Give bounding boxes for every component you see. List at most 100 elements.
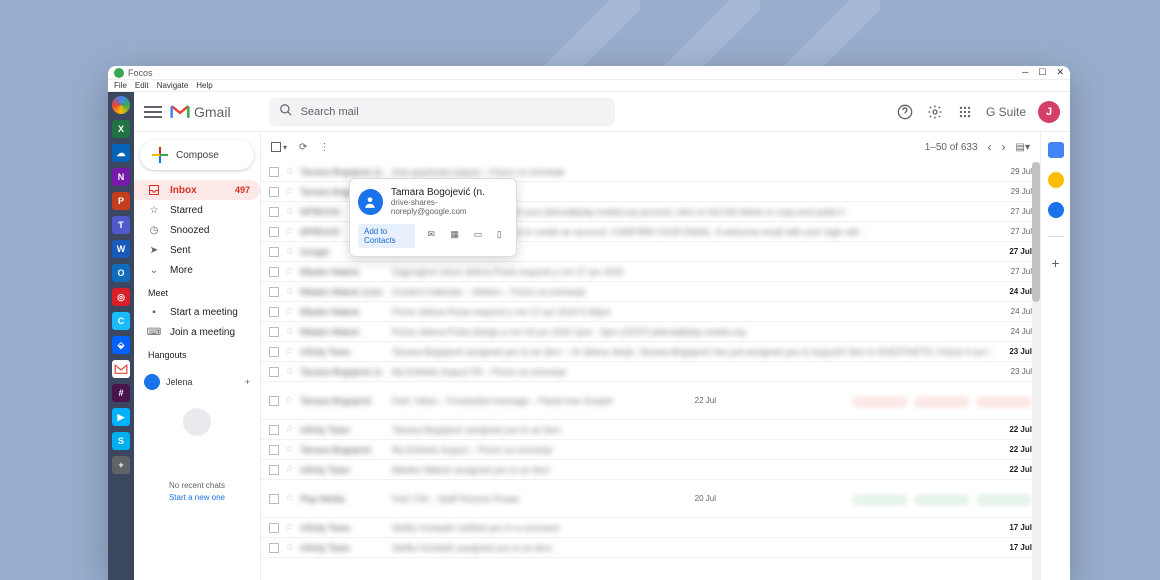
row-star-icon[interactable]: ☆: [285, 464, 294, 475]
add-to-contacts-button[interactable]: Add to Contacts: [358, 224, 415, 248]
menu-file[interactable]: File: [114, 81, 127, 90]
select-all-checkbox[interactable]: [271, 142, 281, 152]
mail-icon[interactable]: ✉: [427, 229, 438, 243]
rail-onedrive-icon[interactable]: ☁: [112, 144, 130, 162]
mail-row[interactable]: ☆Mladen MaksicPozivi Jelena Posta respon…: [261, 302, 1040, 322]
rail-slack-icon[interactable]: #: [112, 384, 130, 402]
select-dropdown-icon[interactable]: ▾: [283, 143, 287, 152]
row-star-icon[interactable]: ☆: [285, 493, 294, 504]
sidebar-item-inbox[interactable]: Inbox 497: [134, 180, 260, 200]
addons-plus-icon[interactable]: +: [1048, 255, 1064, 271]
mail-row[interactable]: ☆Play MediaFwd: FW – Staff Pictures Posa…: [261, 480, 1040, 518]
search-input[interactable]: Search mail: [269, 98, 615, 126]
rail-adobe-icon[interactable]: ◎: [112, 288, 130, 306]
row-star-icon[interactable]: ☆: [285, 266, 294, 277]
meet-start[interactable]: ▪ Start a meeting: [134, 302, 260, 322]
row-star-icon[interactable]: ☆: [285, 346, 294, 357]
mail-row[interactable]: ☆Infinity TeamTamara Bogojević assigned …: [261, 342, 1040, 362]
mail-row[interactable]: ☆Mladen MaksicZagorajevo sreca Jelena Po…: [261, 262, 1040, 282]
row-star-icon[interactable]: ☆: [285, 444, 294, 455]
hangouts-user[interactable]: Jelena +: [144, 374, 250, 390]
row-star-icon[interactable]: ☆: [285, 206, 294, 217]
row-star-icon[interactable]: ☆: [285, 522, 294, 533]
attachment-chip[interactable]: [852, 494, 908, 506]
row-checkbox[interactable]: [269, 227, 279, 237]
rail-add-icon[interactable]: +: [112, 456, 130, 474]
gear-icon[interactable]: [926, 103, 944, 121]
menu-edit[interactable]: Edit: [135, 81, 149, 90]
row-star-icon[interactable]: ☆: [285, 226, 294, 237]
scrollbar-thumb[interactable]: [1032, 162, 1040, 302]
rail-excel-icon[interactable]: X: [112, 120, 130, 138]
tasks-app-icon[interactable]: [1048, 202, 1064, 218]
row-checkbox[interactable]: [269, 287, 279, 297]
account-avatar[interactable]: J: [1038, 101, 1060, 123]
row-checkbox[interactable]: [269, 523, 279, 533]
calendar-icon[interactable]: ▦: [451, 229, 462, 243]
row-checkbox[interactable]: [269, 167, 279, 177]
row-checkbox[interactable]: [269, 543, 279, 553]
help-icon[interactable]: [896, 103, 914, 121]
mail-row[interactable]: ☆Infinity TeamStefko Kostadić assigned y…: [261, 538, 1040, 558]
attachment-chip[interactable]: [914, 396, 970, 408]
rail-skype-icon[interactable]: S: [112, 432, 130, 450]
hangouts-add-icon[interactable]: +: [245, 377, 250, 387]
attachment-chip[interactable]: [852, 396, 908, 408]
prev-page-icon[interactable]: ‹: [988, 140, 992, 154]
rail-powerpoint-icon[interactable]: P: [112, 192, 130, 210]
mail-row[interactable]: ☆Infinity TeamTamara Bogojević assigned …: [261, 420, 1040, 440]
more-icon[interactable]: ⋮: [319, 142, 329, 153]
row-checkbox[interactable]: [269, 494, 279, 504]
sidebar-item-starred[interactable]: ☆ Starred: [134, 200, 260, 220]
meet-join[interactable]: ⌨ Join a meeting: [134, 322, 260, 342]
rail-focos-icon[interactable]: [112, 96, 130, 114]
rail-c-icon[interactable]: C: [112, 312, 130, 330]
row-checkbox[interactable]: [269, 187, 279, 197]
row-checkbox[interactable]: [269, 347, 279, 357]
row-checkbox[interactable]: [269, 307, 279, 317]
input-tools-icon[interactable]: ▤▾: [1016, 142, 1030, 153]
rail-dropbox-icon[interactable]: ⬙: [112, 336, 130, 354]
row-checkbox[interactable]: [269, 445, 279, 455]
compose-button[interactable]: Compose: [140, 140, 254, 170]
close-icon[interactable]: ✕: [1056, 67, 1064, 78]
next-page-icon[interactable]: ›: [1002, 140, 1006, 154]
row-checkbox[interactable]: [269, 425, 279, 435]
mail-row[interactable]: ☆Tamara BogojevićMy Esthetic Avgust – Po…: [261, 440, 1040, 460]
attachment-chip[interactable]: [976, 396, 1032, 408]
rail-video-icon[interactable]: ▶: [112, 408, 130, 426]
sidebar-item-snoozed[interactable]: ◷ Snoozed: [134, 220, 260, 240]
minimize-icon[interactable]: ─: [1022, 67, 1028, 78]
row-star-icon[interactable]: ☆: [285, 424, 294, 435]
row-star-icon[interactable]: ☆: [285, 395, 294, 406]
row-star-icon[interactable]: ☆: [285, 366, 294, 377]
apps-icon[interactable]: [956, 103, 974, 121]
attachment-chip[interactable]: [976, 494, 1032, 506]
start-chat-link[interactable]: Start a new one: [169, 493, 225, 502]
row-checkbox[interactable]: [269, 247, 279, 257]
menu-help[interactable]: Help: [196, 81, 212, 90]
row-checkbox[interactable]: [269, 367, 279, 377]
mail-row[interactable]: ☆Mladen Maksic (com.Content Calendar – W…: [261, 282, 1040, 302]
rail-onenote-icon[interactable]: N: [112, 168, 130, 186]
rail-teams-icon[interactable]: Ƭ: [112, 216, 130, 234]
maximize-icon[interactable]: ☐: [1038, 67, 1046, 78]
keep-app-icon[interactable]: [1048, 172, 1064, 188]
row-star-icon[interactable]: ☆: [285, 286, 294, 297]
row-star-icon[interactable]: ☆: [285, 542, 294, 553]
row-checkbox[interactable]: [269, 396, 279, 406]
refresh-icon[interactable]: ⟳: [299, 142, 307, 153]
chat-icon[interactable]: ▭: [474, 229, 485, 243]
row-star-icon[interactable]: ☆: [285, 166, 294, 177]
row-checkbox[interactable]: [269, 327, 279, 337]
attachment-chip[interactable]: [914, 494, 970, 506]
row-star-icon[interactable]: ☆: [285, 306, 294, 317]
rail-word-icon[interactable]: W: [112, 240, 130, 258]
row-star-icon[interactable]: ☆: [285, 246, 294, 257]
menu-icon[interactable]: [144, 106, 162, 118]
row-checkbox[interactable]: [269, 465, 279, 475]
row-checkbox[interactable]: [269, 207, 279, 217]
row-star-icon[interactable]: ☆: [285, 326, 294, 337]
rail-outlook-icon[interactable]: O: [112, 264, 130, 282]
mail-row[interactable]: ☆Infinity TeamMladen Maksic assigned you…: [261, 460, 1040, 480]
